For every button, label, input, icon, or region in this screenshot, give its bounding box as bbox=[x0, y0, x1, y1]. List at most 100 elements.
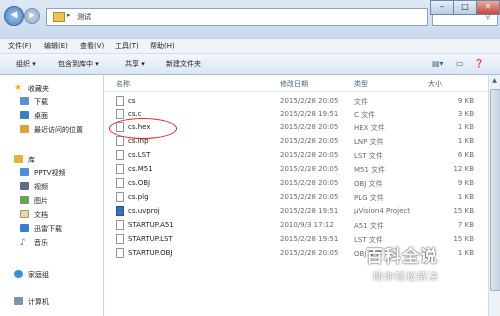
nav-item-pictures[interactable]: 图片 bbox=[0, 194, 100, 207]
file-name: cs.c bbox=[128, 110, 142, 118]
column-header-name[interactable]: 名称 bbox=[116, 79, 130, 89]
file-row[interactable]: cs 2015/2/28 20:05 文件 9 KB bbox=[104, 95, 488, 107]
file-type: LNP 文件 bbox=[354, 138, 384, 146]
new-folder-button[interactable]: 新建文件夹 bbox=[166, 59, 201, 69]
address-path: 测试 bbox=[77, 13, 91, 21]
file-icon bbox=[116, 220, 124, 230]
include-in-library-button[interactable]: 包含到库中 ▾ bbox=[58, 59, 99, 69]
file-name: STARTUP.LST bbox=[128, 235, 173, 243]
nav-item-label: 最近访问的位置 bbox=[34, 126, 83, 134]
nav-item-label: 桌面 bbox=[34, 112, 48, 120]
file-name: cs.plg bbox=[128, 193, 149, 201]
share-button[interactable]: 共享 ▾ bbox=[125, 59, 145, 69]
nav-item-recent[interactable]: 最近访问的位置 bbox=[0, 123, 100, 136]
documents-icon bbox=[20, 210, 29, 218]
file-name: STARTUP.A51 bbox=[128, 221, 174, 229]
nav-item-label: 视频 bbox=[34, 183, 48, 191]
recent-places-icon bbox=[20, 125, 29, 133]
nav-item-videos[interactable]: 视频 bbox=[0, 180, 100, 193]
forward-button[interactable]: ▶ bbox=[24, 8, 40, 24]
file-row[interactable]: STARTUP.A51 2010/9/3 17:12 A51 文件 7 KB bbox=[104, 219, 488, 231]
menu-view[interactable]: 查看(V) bbox=[80, 41, 104, 51]
scroll-thumb[interactable] bbox=[490, 89, 500, 291]
menu-help[interactable]: 帮助(H) bbox=[150, 41, 175, 51]
organize-button[interactable]: 组织 ▾ bbox=[16, 59, 36, 69]
nav-item-music[interactable]: ♪ 音乐 bbox=[0, 236, 100, 249]
view-options-icon[interactable]: ▤▾ bbox=[432, 59, 444, 68]
thunder-download-icon bbox=[20, 224, 29, 232]
file-name: cs.OBJ bbox=[128, 179, 151, 187]
nav-item-pptv[interactable]: PPTV视频 bbox=[0, 166, 100, 179]
help-icon[interactable]: ❓ bbox=[474, 59, 484, 68]
file-icon bbox=[116, 150, 124, 160]
nav-item-label: 文档 bbox=[34, 211, 48, 219]
maximize-button[interactable]: □ bbox=[453, 0, 477, 15]
close-button[interactable]: ✕ bbox=[476, 0, 500, 15]
column-header-size[interactable]: 大小 bbox=[428, 79, 442, 89]
music-icon: ♪ bbox=[20, 238, 26, 248]
file-row[interactable]: cs.uvproj 2015/2/28 19:51 μVision4 Proje… bbox=[104, 205, 488, 217]
file-date: 2010/9/3 17:12 bbox=[280, 221, 334, 229]
watermark-subtitle: 助你轻松解决 bbox=[373, 272, 439, 283]
downloads-folder-icon bbox=[20, 97, 29, 105]
file-row[interactable]: cs.plg 2015/2/28 20:05 PLG 文件 1 KB bbox=[104, 191, 488, 203]
file-type: PLG 文件 bbox=[354, 194, 384, 202]
nav-computer-label: 计算机 bbox=[28, 298, 49, 306]
menu-bar: 文件(F) 编辑(E) 查看(V) 工具(T) 帮助(H) bbox=[0, 39, 500, 54]
file-date: 2015/2/28 20:05 bbox=[280, 123, 339, 131]
column-header-type[interactable]: 类型 bbox=[354, 79, 368, 89]
file-row[interactable]: cs.OBJ 2015/2/28 20:05 OBJ 文件 9 KB bbox=[104, 177, 488, 189]
address-bar[interactable]: ▸ 测试 bbox=[46, 8, 428, 26]
nav-item-desktop[interactable]: 桌面 bbox=[0, 109, 100, 122]
file-type: A51 文件 bbox=[354, 222, 384, 230]
nav-item-documents[interactable]: 文档 bbox=[0, 208, 100, 221]
file-date: 2015/2/28 20:05 bbox=[280, 137, 339, 145]
file-size: 12 KB bbox=[453, 165, 474, 173]
file-size: 3 KB bbox=[457, 110, 474, 118]
pictures-icon bbox=[20, 196, 29, 204]
minimize-button[interactable]: – bbox=[430, 0, 454, 15]
file-size: 1 KB bbox=[457, 249, 474, 257]
nav-item-label: 迅雷下载 bbox=[34, 225, 62, 233]
video-icon bbox=[20, 182, 29, 190]
file-size: 1 KB bbox=[457, 137, 474, 145]
nav-favorites[interactable]: ★ 收藏夹 bbox=[0, 82, 100, 95]
back-button[interactable]: ◀ bbox=[4, 6, 24, 26]
file-size: 9 KB bbox=[457, 97, 474, 105]
scroll-up-arrow-icon[interactable]: ▲ bbox=[490, 77, 499, 86]
nav-libraries-label: 库 bbox=[28, 156, 35, 164]
nav-homegroup[interactable]: 家庭组 bbox=[0, 268, 100, 281]
nav-item-downloads[interactable]: 下载 bbox=[0, 95, 100, 108]
file-icon bbox=[116, 178, 124, 188]
title-bar: ◀ ▶ ▸ 测试 ⚲ bbox=[0, 0, 500, 39]
desktop-icon bbox=[20, 111, 29, 119]
file-date: 2015/2/28 19:51 bbox=[280, 110, 339, 118]
file-row[interactable]: cs.c 2015/2/28 19:51 C 文件 3 KB bbox=[104, 108, 488, 120]
nav-computer[interactable]: 计算机 bbox=[0, 295, 100, 308]
file-row[interactable]: cs.M51 2015/2/28 20:05 M51 文件 12 KB bbox=[104, 163, 488, 175]
file-name: cs.M51 bbox=[128, 165, 153, 173]
file-date: 2015/2/28 20:05 bbox=[280, 97, 339, 105]
menu-tools[interactable]: 工具(T) bbox=[115, 41, 139, 51]
nav-item-label: 下载 bbox=[34, 98, 48, 106]
file-type: LST 文件 bbox=[354, 152, 383, 160]
homegroup-icon bbox=[14, 270, 23, 278]
nav-libraries[interactable]: 库 bbox=[0, 153, 100, 166]
file-type: OBJ 文件 bbox=[354, 180, 383, 188]
file-icon bbox=[116, 234, 124, 244]
nav-item-thunder[interactable]: 迅雷下载 bbox=[0, 222, 100, 235]
preview-pane-icon[interactable]: ▭ bbox=[456, 59, 464, 68]
column-header-date[interactable]: 修改日期 bbox=[280, 79, 308, 89]
file-row[interactable]: cs.LST 2015/2/28 20:05 LST 文件 6 KB bbox=[104, 149, 488, 161]
command-toolbar: 组织 ▾ 包含到库中 ▾ 共享 ▾ 新建文件夹 ▤▾ ▭ ❓ bbox=[0, 54, 500, 75]
vertical-scrollbar[interactable]: ▲ bbox=[488, 75, 500, 316]
file-type: 文件 bbox=[354, 98, 368, 106]
nav-favorites-label: 收藏夹 bbox=[28, 85, 49, 93]
file-size: 15 KB bbox=[453, 207, 474, 215]
file-date: 2015/2/28 20:05 bbox=[280, 151, 339, 159]
menu-edit[interactable]: 编辑(E) bbox=[44, 41, 68, 51]
file-size: 1 KB bbox=[457, 123, 474, 131]
pptv-video-icon bbox=[20, 168, 29, 176]
back-arrow-icon: ◀ bbox=[10, 10, 18, 20]
menu-file[interactable]: 文件(F) bbox=[8, 41, 32, 51]
